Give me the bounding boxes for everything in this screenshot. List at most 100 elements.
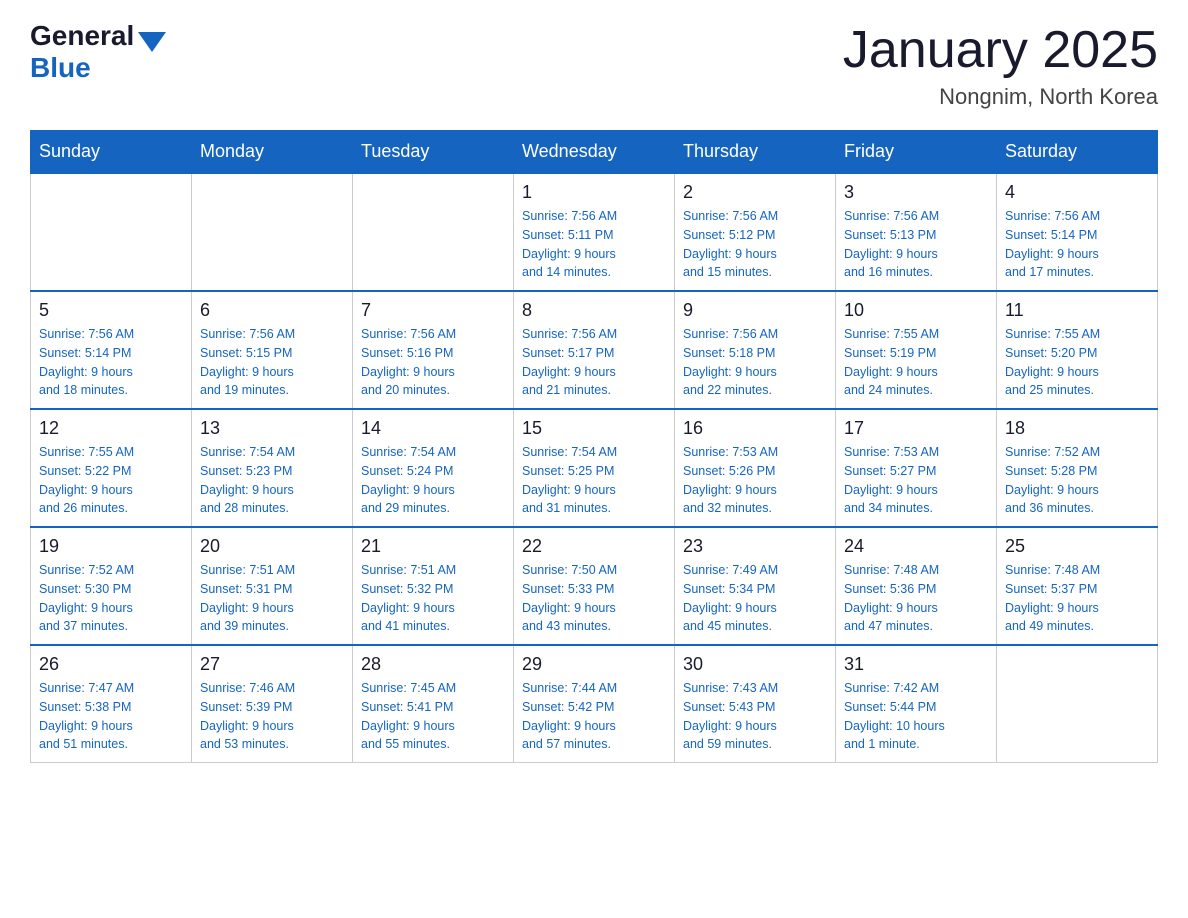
calendar-cell: 6 Sunrise: 7:56 AM Sunset: 5:15 PM Daylig… (192, 291, 353, 409)
logo: General Blue (30, 20, 166, 84)
day-number: 9 (683, 300, 827, 321)
day-number: 10 (844, 300, 988, 321)
calendar-cell: 13Sunrise: 7:54 AM Sunset: 5:23 PM Dayli… (192, 409, 353, 527)
title-section: January 2025 Nongnim, North Korea (843, 20, 1158, 110)
day-info: Sunrise: 7:52 AM Sunset: 5:30 PM Dayligh… (39, 561, 183, 636)
calendar-cell (192, 173, 353, 291)
day-info: Sunrise: 7:47 AM Sunset: 5:38 PM Dayligh… (39, 679, 183, 754)
column-header-tuesday: Tuesday (353, 131, 514, 174)
calendar-cell: 22Sunrise: 7:50 AM Sunset: 5:33 PM Dayli… (514, 527, 675, 645)
calendar-cell: 30 Sunrise: 7:43 AM Sunset: 5:43 PM Dayli… (675, 645, 836, 763)
day-info: Sunrise: 7:44 AM Sunset: 5:42 PM Dayligh… (522, 679, 666, 754)
day-number: 2 (683, 182, 827, 203)
week-row-3: 12 Sunrise: 7:55 AM Sunset: 5:22 PM Dayli… (31, 409, 1158, 527)
column-header-monday: Monday (192, 131, 353, 174)
day-info: Sunrise: 7:54 AM Sunset: 5:25 PM Dayligh… (522, 443, 666, 518)
day-info: Sunrise: 7:56 AM Sunset: 5:18 PM Dayligh… (683, 325, 827, 400)
column-header-friday: Friday (836, 131, 997, 174)
calendar-cell: 15 Sunrise: 7:54 AM Sunset: 5:25 PM Dayli… (514, 409, 675, 527)
day-number: 4 (1005, 182, 1149, 203)
day-info: Sunrise: 7:56 AM Sunset: 5:16 PM Dayligh… (361, 325, 505, 400)
day-info: Sunrise: 7:55 AM Sunset: 5:22 PM Dayligh… (39, 443, 183, 518)
day-info: Sunrise: 7:56 AM Sunset: 5:14 PM Dayligh… (1005, 207, 1149, 282)
day-info: Sunrise: 7:51 AM Sunset: 5:31 PM Dayligh… (200, 561, 344, 636)
day-number: 27 (200, 654, 344, 675)
calendar-cell: 3 Sunrise: 7:56 AM Sunset: 5:13 PM Daylig… (836, 173, 997, 291)
day-info: Sunrise: 7:56 AM Sunset: 5:13 PM Dayligh… (844, 207, 988, 282)
day-number: 19 (39, 536, 183, 557)
column-header-thursday: Thursday (675, 131, 836, 174)
day-number: 8 (522, 300, 666, 321)
page-header: General Blue January 2025 Nongnim, North… (30, 20, 1158, 110)
day-info: Sunrise: 7:56 AM Sunset: 5:14 PM Dayligh… (39, 325, 183, 400)
logo-blue: Blue (30, 52, 91, 83)
calendar-cell: 1 Sunrise: 7:56 AM Sunset: 5:11 PM Daylig… (514, 173, 675, 291)
calendar-cell: 23Sunrise: 7:49 AM Sunset: 5:34 PM Dayli… (675, 527, 836, 645)
calendar-cell (31, 173, 192, 291)
day-info: Sunrise: 7:48 AM Sunset: 5:37 PM Dayligh… (1005, 561, 1149, 636)
calendar-cell: 28Sunrise: 7:45 AM Sunset: 5:41 PM Dayli… (353, 645, 514, 763)
day-info: Sunrise: 7:54 AM Sunset: 5:24 PM Dayligh… (361, 443, 505, 518)
day-number: 17 (844, 418, 988, 439)
calendar-cell: 4 Sunrise: 7:56 AM Sunset: 5:14 PM Daylig… (997, 173, 1158, 291)
day-number: 6 (200, 300, 344, 321)
day-info: Sunrise: 7:56 AM Sunset: 5:15 PM Dayligh… (200, 325, 344, 400)
day-number: 21 (361, 536, 505, 557)
week-row-1: 1 Sunrise: 7:56 AM Sunset: 5:11 PM Daylig… (31, 173, 1158, 291)
calendar-cell: 11 Sunrise: 7:55 AM Sunset: 5:20 PM Dayli… (997, 291, 1158, 409)
day-number: 11 (1005, 300, 1149, 321)
day-info: Sunrise: 7:56 AM Sunset: 5:12 PM Dayligh… (683, 207, 827, 282)
day-number: 13 (200, 418, 344, 439)
calendar-cell (353, 173, 514, 291)
day-info: Sunrise: 7:56 AM Sunset: 5:11 PM Dayligh… (522, 207, 666, 282)
day-number: 24 (844, 536, 988, 557)
calendar-cell: 27 Sunrise: 7:46 AM Sunset: 5:39 PM Dayli… (192, 645, 353, 763)
day-info: Sunrise: 7:43 AM Sunset: 5:43 PM Dayligh… (683, 679, 827, 754)
calendar-cell: 26 Sunrise: 7:47 AM Sunset: 5:38 PM Dayli… (31, 645, 192, 763)
day-number: 30 (683, 654, 827, 675)
day-number: 3 (844, 182, 988, 203)
day-number: 12 (39, 418, 183, 439)
calendar-cell: 24Sunrise: 7:48 AM Sunset: 5:36 PM Dayli… (836, 527, 997, 645)
logo-line2: Blue (30, 52, 166, 84)
day-number: 26 (39, 654, 183, 675)
day-number: 16 (683, 418, 827, 439)
day-info: Sunrise: 7:55 AM Sunset: 5:19 PM Dayligh… (844, 325, 988, 400)
week-row-5: 26 Sunrise: 7:47 AM Sunset: 5:38 PM Dayli… (31, 645, 1158, 763)
calendar-cell: 12 Sunrise: 7:55 AM Sunset: 5:22 PM Dayli… (31, 409, 192, 527)
day-number: 22 (522, 536, 666, 557)
day-info: Sunrise: 7:42 AM Sunset: 5:44 PM Dayligh… (844, 679, 988, 754)
day-number: 25 (1005, 536, 1149, 557)
day-number: 7 (361, 300, 505, 321)
calendar-table: SundayMondayTuesdayWednesdayThursdayFrid… (30, 130, 1158, 763)
day-number: 31 (844, 654, 988, 675)
logo-line1: General (30, 20, 166, 52)
logo-container: General Blue (30, 20, 166, 84)
calendar-cell: 7 Sunrise: 7:56 AM Sunset: 5:16 PM Daylig… (353, 291, 514, 409)
calendar-cell: 31 Sunrise: 7:42 AM Sunset: 5:44 PM Dayli… (836, 645, 997, 763)
day-info: Sunrise: 7:53 AM Sunset: 5:26 PM Dayligh… (683, 443, 827, 518)
day-number: 29 (522, 654, 666, 675)
day-info: Sunrise: 7:46 AM Sunset: 5:39 PM Dayligh… (200, 679, 344, 754)
location-title: Nongnim, North Korea (843, 84, 1158, 110)
day-number: 15 (522, 418, 666, 439)
calendar-cell: 29 Sunrise: 7:44 AM Sunset: 5:42 PM Dayli… (514, 645, 675, 763)
logo-triangle-icon (138, 32, 166, 52)
logo-general: General (30, 20, 134, 52)
day-info: Sunrise: 7:51 AM Sunset: 5:32 PM Dayligh… (361, 561, 505, 636)
calendar-cell: 14 Sunrise: 7:54 AM Sunset: 5:24 PM Dayli… (353, 409, 514, 527)
week-row-4: 19 Sunrise: 7:52 AM Sunset: 5:30 PM Dayli… (31, 527, 1158, 645)
day-info: Sunrise: 7:56 AM Sunset: 5:17 PM Dayligh… (522, 325, 666, 400)
calendar-cell: 2 Sunrise: 7:56 AM Sunset: 5:12 PM Daylig… (675, 173, 836, 291)
day-number: 23 (683, 536, 827, 557)
calendar-cell: 17Sunrise: 7:53 AM Sunset: 5:27 PM Dayli… (836, 409, 997, 527)
column-header-sunday: Sunday (31, 131, 192, 174)
calendar-header-row: SundayMondayTuesdayWednesdayThursdayFrid… (31, 131, 1158, 174)
day-number: 28 (361, 654, 505, 675)
calendar-cell: 16 Sunrise: 7:53 AM Sunset: 5:26 PM Dayli… (675, 409, 836, 527)
calendar-cell: 8 Sunrise: 7:56 AM Sunset: 5:17 PM Daylig… (514, 291, 675, 409)
day-number: 14 (361, 418, 505, 439)
day-number: 20 (200, 536, 344, 557)
day-info: Sunrise: 7:55 AM Sunset: 5:20 PM Dayligh… (1005, 325, 1149, 400)
day-number: 1 (522, 182, 666, 203)
